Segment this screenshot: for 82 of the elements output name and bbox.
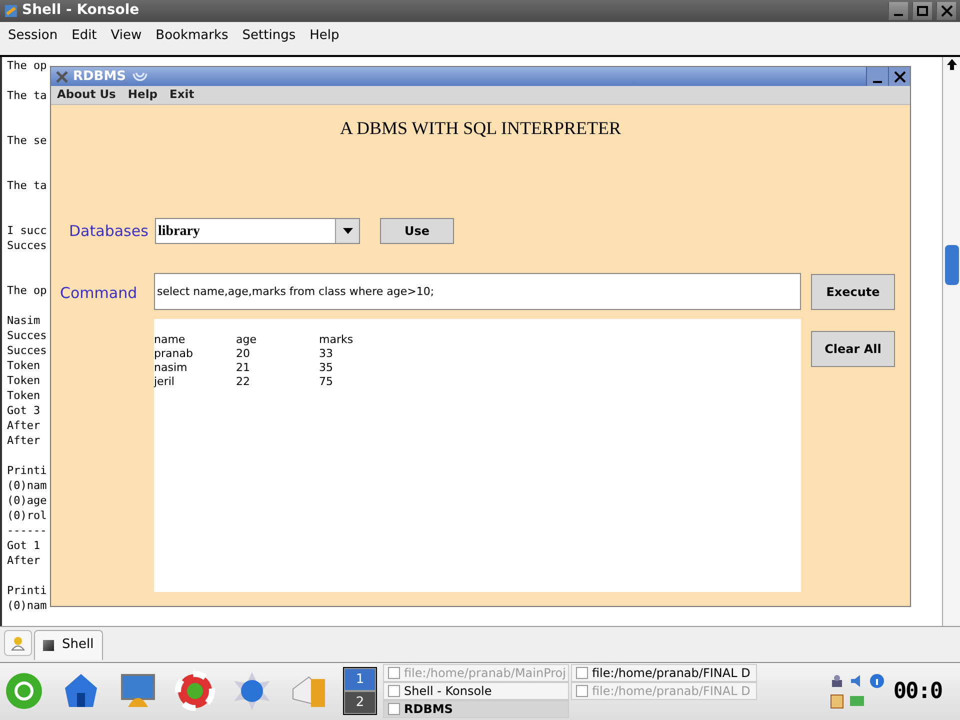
scrollbar[interactable] [942,56,960,626]
close-icon[interactable] [940,4,952,17]
table-cell: 21 [236,361,250,375]
menu-item[interactable]: Bookmarks [156,26,228,46]
close-button[interactable] [936,2,956,20]
terminal-line: Got 3 [7,402,40,418]
window-title: RDBMS [73,68,126,86]
clear-all-button[interactable]: Clear All [811,331,895,367]
column-header: name [154,333,186,347]
terminal-line: Got 1 [7,538,40,552]
tab[interactable]: Shell [34,630,103,660]
table-cell: pranab [154,347,193,361]
menu-item[interactable]: Help [128,86,158,104]
taskbar-item[interactable]: Shell - Konsole [383,682,569,700]
info-icon[interactable] [869,673,886,690]
close-button[interactable] [888,67,910,86]
terminal-line: The op [7,58,47,72]
desktop-button[interactable]: 2 [344,691,376,714]
globe-icon[interactable] [232,671,272,712]
table-cell: 35 [319,361,333,375]
menu-item[interactable]: About Us [57,86,116,104]
terminal-line: Printi [7,462,47,478]
scroll-thumb[interactable] [944,244,958,284]
minimize-button[interactable] [888,2,908,20]
menu-item[interactable]: Exit [170,86,194,104]
command-field[interactable]: select name,age,marks from class where age>10; [154,273,801,310]
terminal-line: The se [7,132,47,148]
swirl-icon [132,72,148,81]
terminal-line: Succes [7,328,47,342]
minimize-button[interactable] [866,67,888,86]
maximize-button[interactable] [912,2,932,20]
terminal-line: ------ [7,522,47,538]
menu-item[interactable]: View [110,26,142,46]
gecko-icon[interactable] [4,671,44,712]
menu-item[interactable]: Edit [72,26,97,46]
lifebuoy-icon[interactable] [175,671,215,712]
terminal-line: (0)rol [7,508,47,522]
table-cell: 75 [319,375,333,389]
table-cell: 20 [236,347,250,361]
terminal-line: The ta [7,88,47,102]
taskbar-item[interactable]: RDBMS [383,700,569,718]
terminal-line: Printi [7,582,47,598]
person-icon [10,634,26,651]
terminal-line: Token [7,372,40,388]
new-session-button[interactable] [4,630,32,656]
terminal-icon [4,4,18,18]
column-header: marks [319,333,354,347]
terminal-line: After [7,432,40,448]
table-cell: jeril [154,375,174,389]
heading: A DBMS WITH SQL INTERPRETER [340,117,621,140]
terminal-line: (0)nam [7,478,47,492]
menu-item[interactable]: Session [8,26,58,46]
terminal-line: (0)nam [7,598,47,612]
window-title: Shell - Konsole [22,1,140,20]
column-header: age [236,333,256,347]
terminal-line: After [7,418,40,432]
desktop-button[interactable]: 1 [344,668,376,692]
terminal-line: The op [7,282,47,298]
terminal-line: Token [7,358,40,372]
up-arrow-icon[interactable] [946,58,956,70]
x-icon [55,70,69,84]
terminal-line: Nasim [7,312,40,328]
clock[interactable]: 00:0 [893,674,942,708]
table-cell: 33 [319,347,333,361]
table-cell: nasim [154,361,188,375]
command-label: Command [60,283,138,304]
terminal-line: Token [7,388,40,402]
terminal-line: After [7,552,40,568]
database-dropdown[interactable]: library [155,218,360,244]
terminal-line: Succes [7,238,47,252]
terminal-line: The ta [7,178,47,192]
menu-item[interactable]: Help [310,26,340,46]
close-icon[interactable] [894,70,906,82]
taskbar-item[interactable]: file:/home/pranab/FINAL D [571,664,757,682]
table-cell: 22 [236,375,250,389]
terminal-line: Succes [7,342,47,358]
use-button[interactable]: Use [380,218,454,244]
terminal-line: I succ [7,222,47,238]
terminal-line: (0)age [7,492,47,508]
databases-label: Databases [69,220,150,242]
menu-item[interactable]: Settings [242,26,296,46]
execute-button[interactable]: Execute [811,274,895,310]
